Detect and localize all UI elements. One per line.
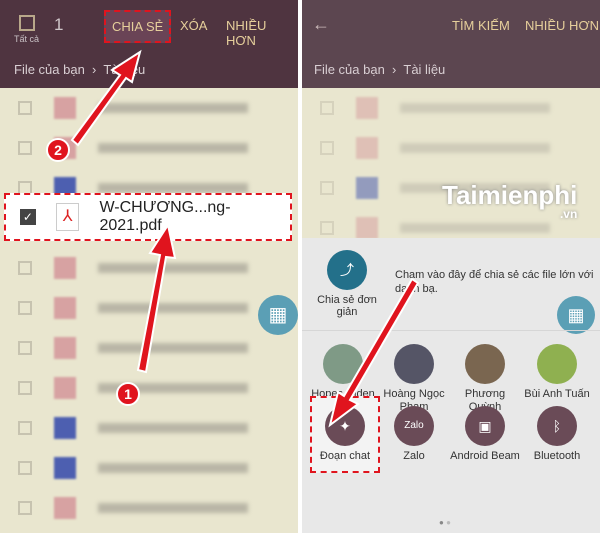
breadcrumb: File của bạn › Tài liệu (314, 62, 446, 77)
breadcrumb-root[interactable]: File của bạn (14, 62, 85, 77)
page-indicator: ● ● (439, 518, 451, 527)
list-item[interactable] (0, 488, 298, 528)
more-button[interactable]: NHIỀU HƠN (226, 18, 298, 48)
list-item[interactable] (0, 368, 298, 408)
app-bluetooth[interactable]: ᛒ Bluetooth (522, 406, 592, 463)
file-list-dimmed (302, 88, 600, 248)
selected-count: 1 (54, 15, 64, 34)
left-screen: Tất cả 1 CHIA SẺ XÓA NHIỀU HƠN File của … (0, 0, 298, 533)
delete-button[interactable]: XÓA (180, 18, 207, 33)
app-messenger-chat[interactable]: ✦ Đoạn chat (310, 396, 380, 473)
toolbar: ← TÌM KIẾM NHIỀU HƠN File của bạn › Tài … (302, 0, 600, 88)
file-list (0, 88, 298, 528)
select-all-checkbox[interactable] (19, 15, 35, 31)
checkbox-checked-icon[interactable]: ✓ (20, 209, 36, 225)
android-beam-icon: ▣ (465, 406, 505, 446)
messenger-icon: ✦ (325, 406, 365, 446)
selection-toolbar: Tất cả 1 CHIA SẺ XÓA NHIỀU HƠN File của … (0, 0, 298, 88)
search-button[interactable]: TÌM KIẾM (452, 18, 510, 33)
breadcrumb-current: Tài liệu (103, 62, 146, 77)
contact-bui-anh-tuan[interactable]: Bùi Anh Tuấn (522, 344, 592, 401)
breadcrumb-current: Tài liệu (403, 62, 446, 77)
app-android-beam[interactable]: ▣ Android Beam (450, 406, 520, 463)
zalo-icon: Zalo (394, 406, 434, 446)
list-item[interactable] (0, 248, 298, 288)
back-arrow-icon[interactable]: ← (312, 14, 330, 35)
list-item[interactable] (0, 408, 298, 448)
app-zalo[interactable]: Zalo Zalo (379, 406, 449, 463)
list-item[interactable] (0, 448, 298, 488)
select-all-label: Tất cả (14, 34, 40, 44)
pdf-icon: ⅄ (55, 203, 80, 231)
step-badge-2: 2 (46, 138, 70, 162)
grid-fab[interactable]: ▦ (557, 296, 595, 334)
step-badge-1: 1 (116, 382, 140, 406)
selected-file-row[interactable]: ✓ ⅄ W-CHƯƠNG...ng-2021.pdf (4, 193, 292, 241)
share-button[interactable]: CHIA SẺ (104, 10, 172, 43)
list-item[interactable] (0, 88, 298, 128)
more-button[interactable]: NHIỀU HƠN (525, 18, 599, 33)
list-item[interactable] (0, 128, 298, 168)
share-hint[interactable]: Chạm vào đây để chia sẻ các file lớn với… (395, 268, 595, 296)
breadcrumb: File của bạn › Tài liệu (14, 62, 146, 77)
list-item[interactable] (0, 328, 298, 368)
share-contact-icon: ⤴ (327, 250, 367, 290)
simple-share-button[interactable]: ⤴ Chia sẻ đơn giản (312, 250, 382, 318)
share-sheet: ⤴ Chia sẻ đơn giản Chạm vào đây để chia … (302, 238, 600, 533)
contact-hoang-ngoc-pham[interactable]: Hoàng Ngọc Phạm (379, 344, 449, 414)
right-screen: ← TÌM KIẾM NHIỀU HƠN File của bạn › Tài … (302, 0, 600, 533)
contact-hopes-hiden[interactable]: Hopes Hiden (308, 344, 378, 401)
selected-file-name: W-CHƯƠNG...ng-2021.pdf (99, 199, 231, 234)
grid-fab[interactable]: ▦ (258, 295, 298, 335)
breadcrumb-root[interactable]: File của bạn (314, 62, 385, 77)
watermark-logo: Taimienphi .vn (442, 180, 578, 221)
bluetooth-icon: ᛒ (537, 406, 577, 446)
list-item[interactable] (0, 288, 298, 328)
contact-phuong-quynh[interactable]: Phương Quỳnh (450, 344, 520, 414)
